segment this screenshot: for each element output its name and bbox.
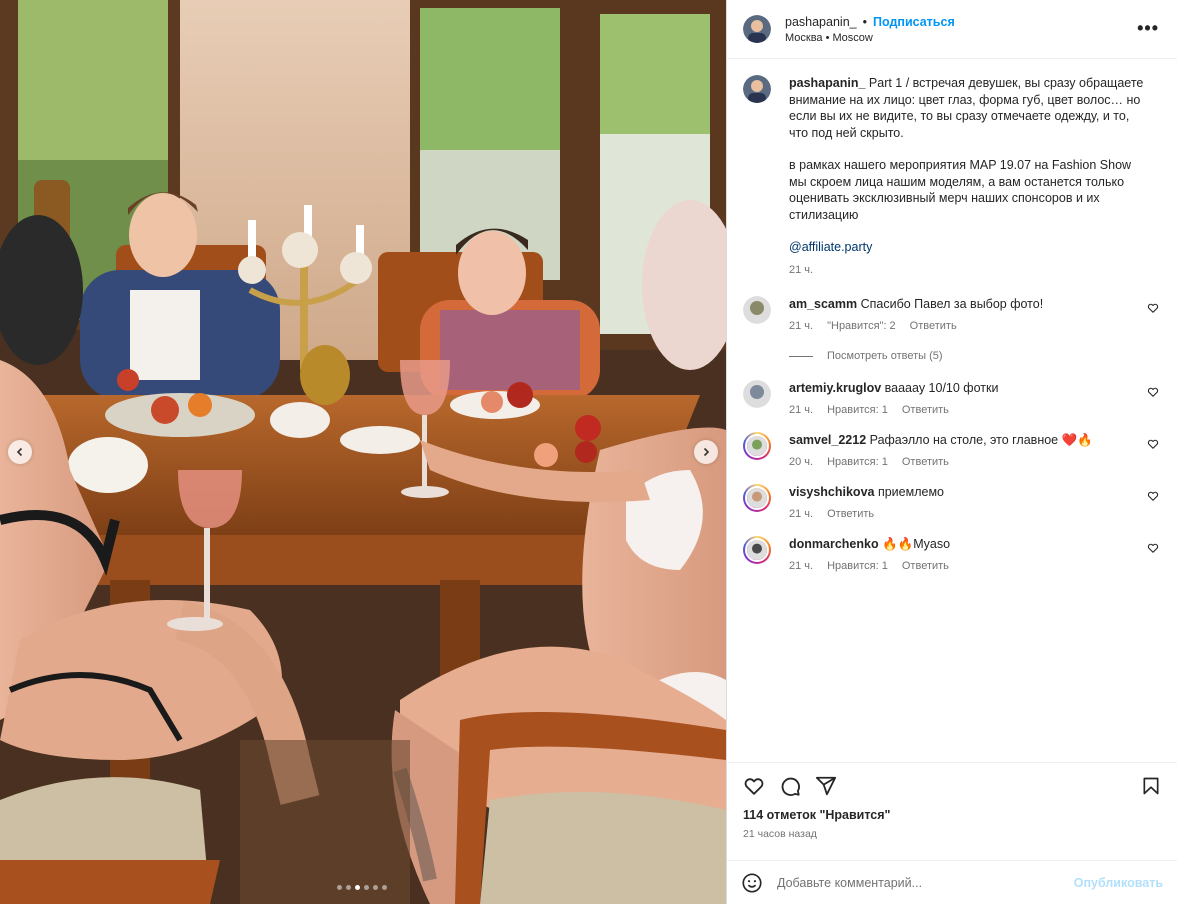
carousel-dot	[364, 885, 369, 890]
commenter-username[interactable]: artemiy.kruglov	[789, 381, 881, 395]
more-options-icon[interactable]: •••	[1137, 18, 1159, 39]
comment-like-icon[interactable]	[1147, 386, 1159, 398]
comment-item: visyshchikova приемлемо 21 ч. Ответить	[743, 484, 1161, 522]
post-media[interactable]	[0, 0, 726, 904]
commenter-avatar[interactable]	[743, 432, 771, 460]
post-header: pashapanin_ • Подписаться Москва • Mosco…	[727, 0, 1177, 59]
comment-like-icon[interactable]	[1147, 542, 1159, 554]
comment-text: Рафаэлло на столе, это главное ❤️🔥	[869, 433, 1093, 447]
author-avatar[interactable]	[743, 15, 771, 43]
comment-icon[interactable]	[779, 775, 801, 797]
comment-like-icon[interactable]	[1147, 438, 1159, 450]
comment-text: приемлемо	[877, 485, 944, 499]
comment-likes[interactable]: Нравится: 1	[827, 402, 888, 418]
commenter-avatar[interactable]	[743, 484, 771, 512]
carousel-prev-button[interactable]	[8, 440, 32, 464]
reply-button[interactable]: Ответить	[902, 558, 949, 574]
commenter-avatar[interactable]	[743, 536, 771, 564]
comment-like-icon[interactable]	[1147, 490, 1159, 502]
comment-likes[interactable]: Нравится: 1	[827, 558, 888, 574]
comment-item: donmarchenko 🔥🔥Myaso 21 ч. Нравится: 1 Отве…	[743, 536, 1161, 574]
comment-time: 20 ч.	[789, 456, 814, 468]
comment-input[interactable]	[777, 875, 1074, 890]
comment-text: ваааау 10/10 фотки	[884, 381, 999, 395]
carousel-dot	[346, 885, 351, 890]
comment-time: 21 ч.	[789, 404, 814, 416]
commenter-username[interactable]: donmarchenko	[789, 537, 879, 551]
likes-count[interactable]: 114 отметок "Нравится"	[743, 808, 1161, 822]
post-side-panel: pashapanin_ • Подписаться Москва • Mosco…	[726, 0, 1177, 904]
comment-list: am_scamm Спасибо Павел за выбор фото! 21 …	[743, 296, 1161, 574]
caption-avatar[interactable]	[743, 75, 771, 103]
commenter-avatar[interactable]	[743, 296, 771, 324]
comment-item: artemiy.kruglov ваааау 10/10 фотки 21 ч. Н…	[743, 380, 1161, 418]
post-modal: pashapanin_ • Подписаться Москва • Mosco…	[0, 0, 1177, 904]
comment-time: 21 ч.	[789, 508, 814, 520]
reply-button[interactable]: Ответить	[902, 402, 949, 418]
comments-section[interactable]: pashapanin_ Part 1 / встречая девушек, в…	[727, 59, 1177, 762]
reply-button[interactable]: Ответить	[902, 454, 949, 470]
bookmark-icon[interactable]	[1141, 776, 1161, 796]
emoji-icon[interactable]	[741, 872, 763, 894]
caption-username[interactable]: pashapanin_	[789, 76, 865, 90]
comment-item: am_scamm Спасибо Павел за выбор фото! 21 …	[743, 296, 1161, 334]
chevron-left-icon	[16, 447, 23, 457]
carousel-next-button[interactable]	[694, 440, 718, 464]
commenter-username[interactable]: am_scamm	[789, 297, 857, 311]
carousel-dot	[373, 885, 378, 890]
replies-line	[789, 355, 813, 357]
share-icon[interactable]	[815, 775, 837, 797]
heart-icon[interactable]	[743, 775, 765, 797]
chevron-right-icon	[703, 447, 710, 457]
post-photo	[0, 0, 726, 904]
comment-like-icon[interactable]	[1147, 302, 1159, 314]
comment-item: samvel_2212 Рафаэлло на столе, это главн…	[743, 432, 1161, 470]
caption-tag-link[interactable]: @affiliate.party	[789, 240, 872, 254]
view-replies-button[interactable]: Посмотреть ответы (5)	[789, 350, 1161, 362]
reply-button[interactable]: Ответить	[827, 506, 874, 522]
comment-time: 21 ч.	[789, 560, 814, 572]
comment-likes[interactable]: "Нравится": 2	[827, 318, 896, 334]
commenter-avatar[interactable]	[743, 380, 771, 408]
post-timestamp: 21 часов назад	[743, 828, 817, 840]
post-actions: 114 отметок "Нравится" 21 часов назад	[727, 762, 1177, 860]
carousel-indicator	[337, 885, 387, 890]
comment-time: 21 ч.	[789, 320, 814, 332]
author-username[interactable]: pashapanin_	[785, 15, 857, 29]
commenter-username[interactable]: visyshchikova	[789, 485, 874, 499]
view-replies-label: Посмотреть ответы (5)	[827, 350, 943, 362]
carousel-dot	[337, 885, 342, 890]
comment-likes[interactable]: Нравится: 1	[827, 454, 888, 470]
comment-text: 🔥🔥Myaso	[882, 537, 951, 551]
separator-dot: •	[862, 14, 867, 29]
reply-button[interactable]: Ответить	[910, 318, 957, 334]
follow-button[interactable]: Подписаться	[873, 15, 955, 29]
commenter-username[interactable]: samvel_2212	[789, 433, 866, 447]
add-comment-bar: Опубликовать	[727, 860, 1177, 904]
publish-button[interactable]: Опубликовать	[1074, 876, 1163, 890]
caption-text-2: в рамках нашего мероприятия MAP 19.07 на…	[789, 158, 1132, 222]
comment-text: Спасибо Павел за выбор фото!	[860, 297, 1044, 311]
post-caption: pashapanin_ Part 1 / встречая девушек, в…	[743, 75, 1161, 278]
carousel-dot	[355, 885, 360, 890]
caption-time: 21 ч.	[789, 263, 814, 276]
carousel-dot	[382, 885, 387, 890]
post-location[interactable]: Москва • Moscow	[785, 32, 955, 44]
